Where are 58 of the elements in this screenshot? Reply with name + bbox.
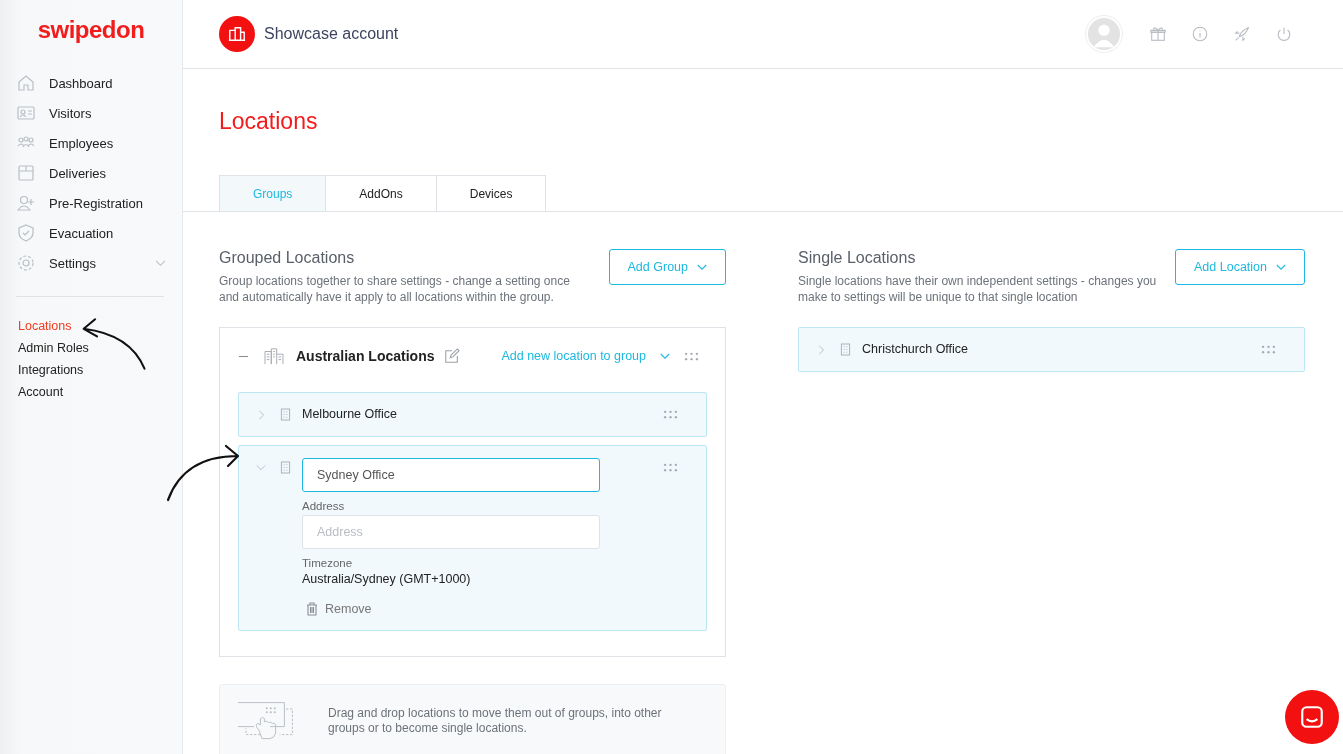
location-name-field[interactable]: Sydney Office [302,458,600,492]
group-name: Australian Locations [296,348,435,364]
subnav-item[interactable]: Account [18,381,64,403]
id-card-icon [16,103,36,123]
nav-item[interactable]: Employees [16,128,166,158]
hint-text: Drag and drop locations to move them out of groups, into other groups or to become single locations. [328,706,663,736]
logo[interactable]: swipedon [16,16,166,44]
chevron-down-icon [1276,263,1286,271]
chat-button[interactable] [1285,690,1339,744]
house-icon [16,73,36,93]
drag-handle-icon[interactable] [663,463,678,472]
subnav-item[interactable]: Admin Roles [18,337,89,359]
drag-handle-icon[interactable] [1261,345,1276,354]
section-title: Single Locations [798,249,917,267]
chat-icon [1299,704,1325,730]
page-title: Locations [219,108,319,135]
field-label: Timezone [302,557,353,569]
building-icon [280,461,291,474]
chevron-right-icon[interactable] [816,345,826,355]
section-description: Single locations have their own independent settings - changes you make to settings will be unique to that single location [798,273,1158,305]
nav-item[interactable]: Deliveries [16,158,166,188]
chevron-down-icon [697,263,707,271]
tab[interactable]: Devices [435,175,547,211]
drag-handle-icon[interactable] [684,351,699,361]
power-icon[interactable] [1275,25,1293,43]
account-name[interactable]: Showcase account [264,25,399,43]
location-name: Christchurch Office [862,342,969,357]
buildings-icon [264,347,284,365]
building-icon [280,408,291,421]
chevron-down-icon [660,352,670,360]
address-field[interactable]: Address [302,515,600,549]
chevron-right-icon[interactable] [256,410,266,420]
nav-item[interactable]: Dashboard [16,68,166,98]
section-title: Grouped Locations [219,249,356,267]
gift-icon[interactable] [1149,25,1167,43]
trash-icon [306,602,318,616]
box-icon [16,163,36,183]
remove-button[interactable]: Remove [304,602,374,616]
location-name: Melbourne Office [302,407,397,422]
gear-icon [16,253,36,273]
avatar-silhouette[interactable] [1085,15,1123,53]
nav-item[interactable]: Pre-Registration [16,188,166,218]
person-plus-icon [16,193,36,213]
subnav-item[interactable]: Integrations [18,359,84,381]
nav-item[interactable]: Visitors [16,98,166,128]
field-label: Address [302,500,345,512]
timezone-value: Australia/Sydney (GMT+1000) [302,572,471,586]
nav-item[interactable]: Evacuation [16,218,166,248]
shield-check-icon [16,223,36,243]
section-description: Group locations together to share settings - change a setting once and automatically have it apply to all locations within the group. [219,273,571,305]
chevron-down-icon[interactable] [256,463,266,473]
building-icon [840,343,851,356]
subnav-item[interactable]: Locations [18,315,72,337]
building-icon[interactable] [219,16,255,52]
nav-item[interactable]: Settings [16,248,166,278]
drag-handle-icon[interactable] [663,410,678,419]
edit-icon[interactable] [444,348,461,364]
info-icon[interactable] [1191,25,1209,43]
